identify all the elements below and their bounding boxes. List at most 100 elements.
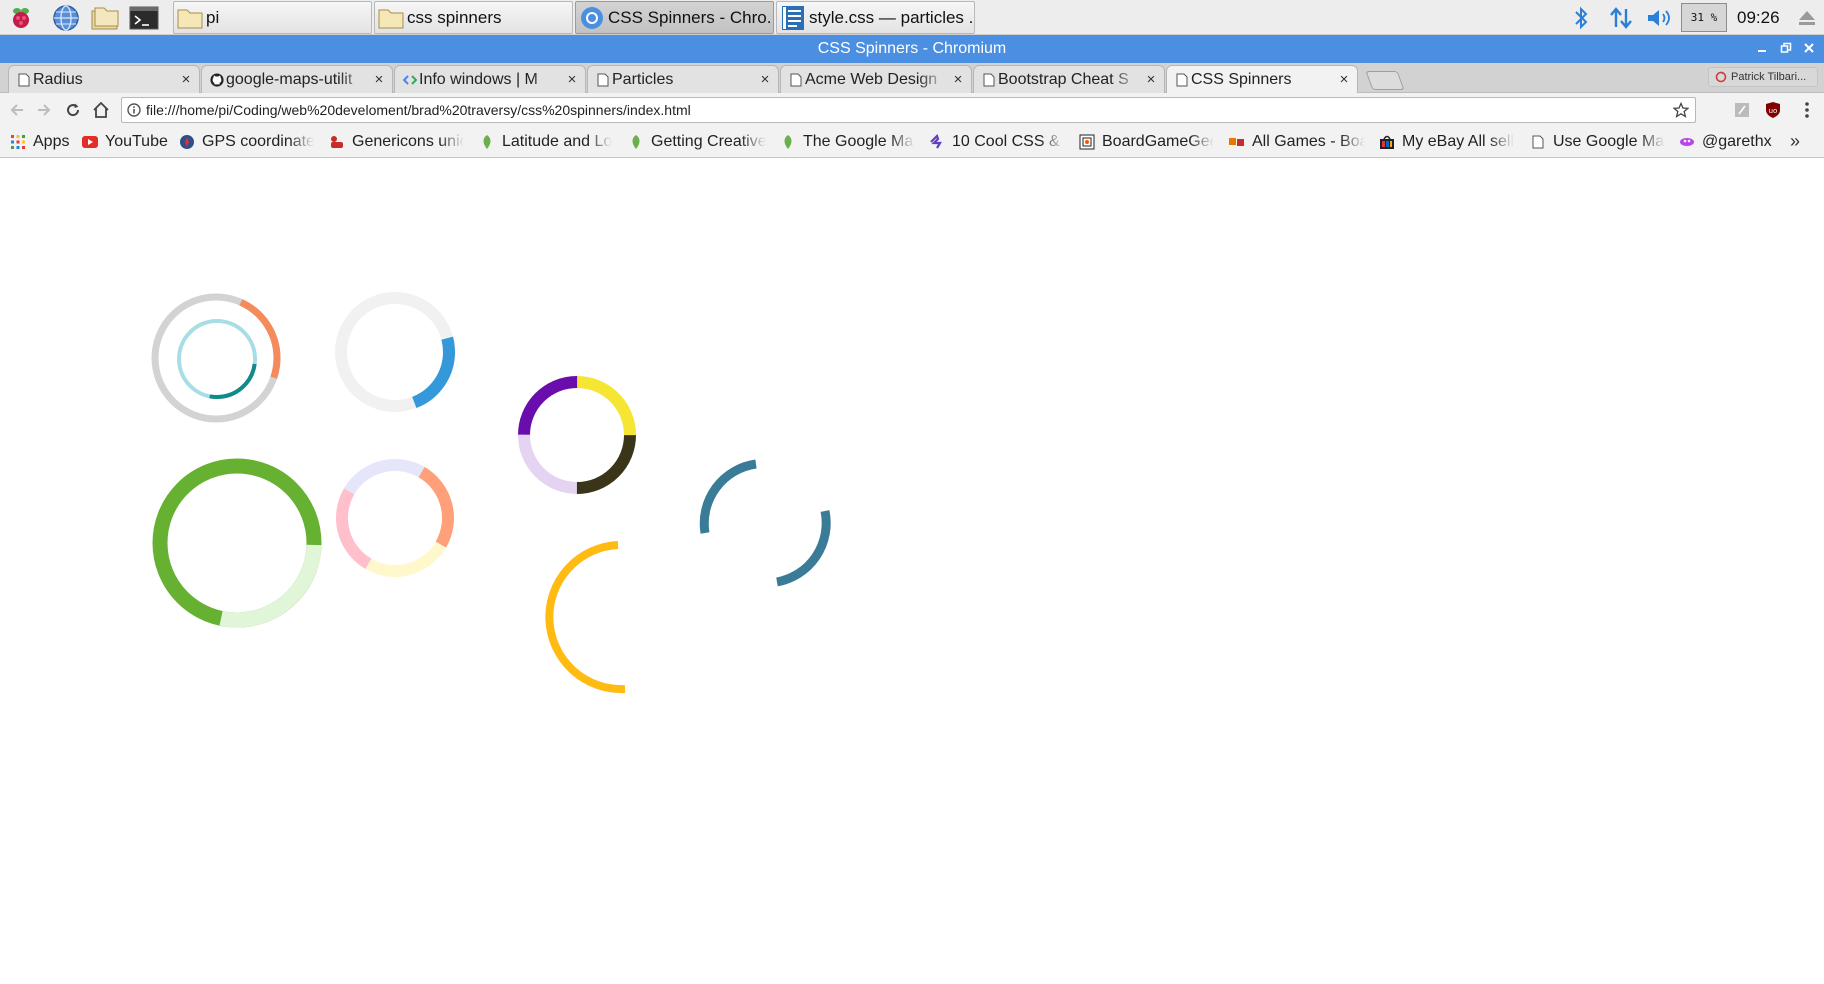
bluetooth-icon[interactable]: [1568, 0, 1594, 35]
volume-icon[interactable]: [1644, 0, 1674, 35]
bookmark-label: @garethx: [1702, 133, 1772, 150]
tab-label: google-maps-utilit: [226, 70, 353, 88]
folder-icon: [176, 5, 204, 31]
tab-close-icon[interactable]: ×: [1144, 71, 1158, 88]
minimize-icon[interactable]: [1752, 38, 1772, 58]
games-icon: [1229, 134, 1245, 150]
bookmark-all-games[interactable]: All Games - Boa: [1229, 131, 1365, 153]
new-tab-button[interactable]: [1365, 71, 1405, 90]
bookmark-star-icon[interactable]: [1667, 102, 1695, 118]
spinner-arc: [545, 541, 626, 694]
tab-close-icon[interactable]: ×: [565, 71, 579, 88]
text-editor-icon: [779, 5, 807, 31]
page-content: [0, 158, 1824, 984]
tab-css-spinners[interactable]: CSS Spinners ×: [1166, 65, 1358, 93]
bookmark-youtube[interactable]: YouTube: [82, 131, 172, 153]
google-dev-icon: [403, 72, 417, 88]
tab-radius[interactable]: Radius ×: [8, 65, 200, 93]
cpu-usage: 31 %: [1690, 11, 1718, 24]
bookmark-boardgamegeek[interactable]: BoardGameGee: [1079, 131, 1214, 153]
bookmark-gps-coordinates[interactable]: GPS coordinate: [179, 131, 314, 153]
tab-label: Radius: [33, 70, 83, 88]
close-icon[interactable]: [1799, 38, 1819, 58]
gps-icon: [179, 134, 195, 150]
profile-button[interactable]: Patrick Tilbari...: [1708, 67, 1818, 87]
tab-bootstrap-cheat-sheet[interactable]: Bootstrap Cheat S ×: [973, 65, 1165, 93]
chromium-icon: [578, 5, 606, 31]
web-browser-icon[interactable]: [51, 3, 81, 32]
menu-icon[interactable]: [1796, 99, 1818, 121]
raspberry-menu-icon[interactable]: [6, 3, 36, 32]
home-icon[interactable]: [90, 99, 112, 121]
bookmark-label: Getting Creative: [651, 133, 766, 150]
profile-sync-icon: [1715, 71, 1727, 83]
file-manager-icon[interactable]: [90, 3, 120, 32]
taskbar-item-label: pi: [206, 7, 220, 27]
bookmark-label: Use Google Map: [1553, 133, 1665, 150]
restore-icon[interactable]: [1776, 38, 1796, 58]
tab-close-icon[interactable]: ×: [179, 71, 193, 88]
leaf-icon: [780, 134, 796, 150]
bookmark-apps[interactable]: Apps: [10, 131, 72, 153]
tab-close-icon[interactable]: ×: [951, 71, 965, 88]
boardgamegeek-icon: [1079, 134, 1095, 150]
cpu-monitor[interactable]: 31 %: [1681, 3, 1727, 32]
bookmark-use-google-maps[interactable]: Use Google Map: [1530, 131, 1665, 153]
profile-name: Patrick Tilbari...: [1731, 71, 1807, 83]
bookmarks-bar: Apps YouTube GPS coordinate Genericons u…: [0, 127, 1824, 158]
css-icon: [929, 134, 945, 150]
bookmark-my-ebay[interactable]: My eBay All sell: [1379, 131, 1515, 153]
terminal-icon[interactable]: [129, 3, 159, 32]
spinner-four-color: [518, 376, 636, 494]
glitch-icon: [1679, 134, 1695, 150]
eject-icon[interactable]: [1794, 0, 1820, 35]
bookmark-10-cool-css[interactable]: 10 Cool CSS & J: [929, 131, 1065, 153]
taskbar-item-label: CSS Spinners - Chro...: [608, 7, 774, 27]
reload-icon[interactable]: [62, 99, 84, 121]
clock[interactable]: 09:26: [1737, 8, 1780, 28]
bookmark-label: BoardGameGee: [1102, 133, 1214, 150]
window-titlebar[interactable]: CSS Spinners - Chromium: [0, 35, 1824, 63]
taskbar-item-label: style.css — particles ...: [809, 7, 975, 27]
bookmark-getting-creative[interactable]: Getting Creative: [628, 131, 766, 153]
site-info-icon[interactable]: [122, 103, 146, 117]
address-bar[interactable]: file:///home/pi/Coding/web%20develoment/…: [121, 97, 1696, 123]
spinner-arc: [776, 510, 831, 587]
page-icon: [1530, 134, 1546, 150]
taskbar-item-css-spinners[interactable]: css spinners: [374, 1, 573, 34]
bookmark-label: All Games - Boa: [1252, 133, 1365, 150]
bookmark-label: YouTube: [105, 133, 168, 150]
tab-close-icon[interactable]: ×: [1337, 71, 1351, 88]
bookmark-genericons[interactable]: Genericons unic: [329, 131, 464, 153]
forward-icon[interactable]: [33, 99, 55, 121]
ublock-icon[interactable]: uo: [1762, 99, 1784, 121]
spinner-double-arc: [699, 459, 831, 587]
spinner-large-ring: [152, 458, 322, 628]
bookmark-google-maps[interactable]: The Google Map: [780, 131, 915, 153]
extension-icon[interactable]: [1731, 99, 1753, 121]
folder-icon: [377, 5, 405, 31]
tab-strip: Radius × google-maps-utilit × Info windo…: [0, 63, 1824, 93]
spinner-arc: [699, 459, 757, 534]
tab-acme-web-design[interactable]: Acme Web Design ×: [780, 65, 972, 93]
tab-label: Info windows | M: [419, 70, 538, 88]
leaf-icon: [479, 134, 495, 150]
taskbar-item-chromium[interactable]: CSS Spinners - Chro...: [575, 1, 774, 34]
tab-close-icon[interactable]: ×: [758, 71, 772, 88]
taskbar-item-label: css spinners: [407, 7, 502, 27]
taskbar-item-text-editor[interactable]: style.css — particles ...: [776, 1, 975, 34]
network-icon[interactable]: [1606, 0, 1636, 35]
page-icon: [1175, 72, 1189, 88]
tab-particles[interactable]: Particles ×: [587, 65, 779, 93]
bookmarks-overflow-button[interactable]: »: [1790, 131, 1800, 152]
tab-google-maps-utility[interactable]: google-maps-utilit ×: [201, 65, 393, 93]
tab-close-icon[interactable]: ×: [372, 71, 386, 88]
tab-info-windows[interactable]: Info windows | M ×: [394, 65, 586, 93]
taskbar-item-pi[interactable]: pi: [173, 1, 372, 34]
bookmark-garethx[interactable]: @garethx: [1679, 131, 1779, 153]
back-icon[interactable]: [6, 99, 28, 121]
page-icon: [982, 72, 996, 88]
url-text: file:///home/pi/Coding/web%20develoment/…: [146, 102, 691, 118]
bookmark-latitude-longitude[interactable]: Latitude and Lo: [479, 131, 615, 153]
spinner-pastel: [336, 459, 454, 577]
